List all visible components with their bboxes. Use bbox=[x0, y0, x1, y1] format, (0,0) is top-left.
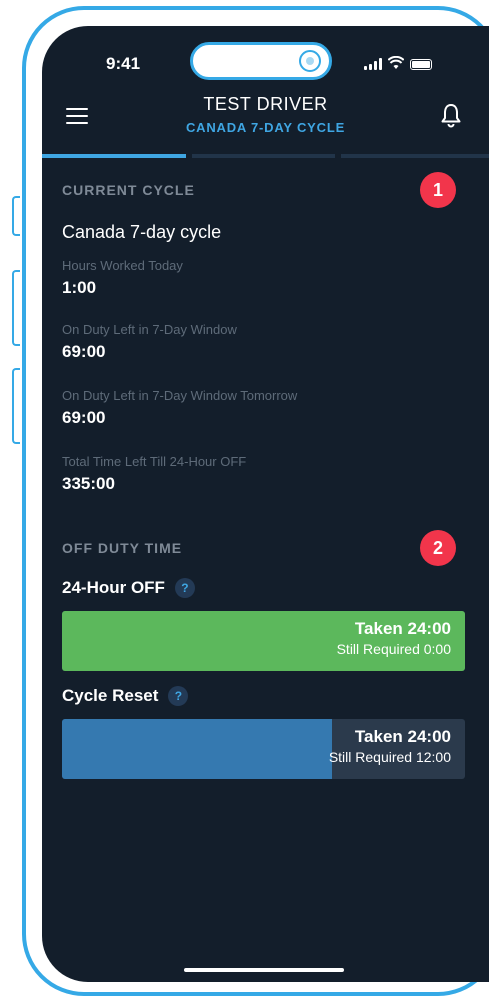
side-button-volume-down bbox=[12, 368, 20, 444]
cycle-name: Canada 7-day cycle bbox=[62, 222, 222, 242]
status-time: 9:41 bbox=[106, 54, 141, 73]
dynamic-island bbox=[190, 42, 332, 80]
battery-icon bbox=[410, 59, 432, 70]
signal-icon bbox=[364, 58, 382, 70]
tab-indicator-3[interactable] bbox=[341, 154, 489, 158]
metric-value: 69:00 bbox=[62, 408, 106, 427]
tab-indicator-1[interactable] bbox=[42, 154, 186, 158]
cycle-reset-title: Cycle Reset bbox=[62, 686, 159, 705]
camera-icon bbox=[299, 50, 321, 72]
metric-label: On Duty Left in 7-Day Window Tomorrow bbox=[62, 388, 298, 403]
taken-value: Taken 24:00 bbox=[354, 619, 451, 638]
required-value: Still Required 0:00 bbox=[336, 641, 451, 657]
current-cycle-heading: CURRENT CYCLE bbox=[62, 182, 195, 198]
cycle-reset-progress: Taken 24:00 Still Required 12:00 bbox=[62, 719, 465, 779]
step-badge-2: 2 bbox=[420, 530, 456, 566]
tab-indicator-2[interactable] bbox=[192, 154, 335, 158]
metric-label: Total Time Left Till 24-Hour OFF bbox=[62, 454, 247, 469]
side-button-top bbox=[12, 196, 20, 236]
taken-value: Taken 24:00 bbox=[354, 727, 451, 746]
bell-icon[interactable] bbox=[440, 102, 462, 128]
twenty-four-hour-off-heading: 24-Hour OFF ? bbox=[62, 578, 195, 598]
status-icons bbox=[364, 56, 432, 70]
progress-fill bbox=[62, 719, 332, 779]
side-button-volume-up bbox=[12, 270, 20, 346]
app-screen: 9:41 TEST DRIVER CANADA 7-DAY CYCLE CURR… bbox=[42, 26, 489, 982]
metric-label: Hours Worked Today bbox=[62, 258, 183, 273]
driver-name: TEST DRIVER bbox=[203, 94, 328, 114]
required-value: Still Required 12:00 bbox=[328, 749, 451, 765]
metric-label: On Duty Left in 7-Day Window bbox=[62, 322, 237, 337]
twenty-four-hour-off-progress: Taken 24:00 Still Required 0:00 bbox=[62, 611, 465, 671]
step-badge-1: 1 bbox=[420, 172, 456, 208]
progress-text: Taken 24:00 Still Required 0:00 bbox=[337, 619, 451, 657]
cycle-subtitle: CANADA 7-DAY CYCLE bbox=[185, 120, 346, 135]
home-indicator[interactable] bbox=[184, 968, 344, 972]
twenty-four-hour-off-title: 24-Hour OFF bbox=[62, 578, 165, 597]
metric-value: 69:00 bbox=[62, 342, 106, 361]
help-icon[interactable]: ? bbox=[174, 578, 195, 598]
tab-indicator-bar bbox=[42, 154, 489, 158]
progress-text: Taken 24:00 Still Required 12:00 bbox=[329, 727, 451, 765]
metric-value: 1:00 bbox=[62, 278, 97, 297]
cycle-reset-heading: Cycle Reset ? bbox=[62, 686, 189, 706]
metric-value: 335:00 bbox=[62, 474, 115, 493]
off-duty-heading: OFF DUTY TIME bbox=[62, 540, 183, 556]
help-icon[interactable]: ? bbox=[168, 686, 189, 706]
wifi-icon bbox=[388, 56, 404, 69]
